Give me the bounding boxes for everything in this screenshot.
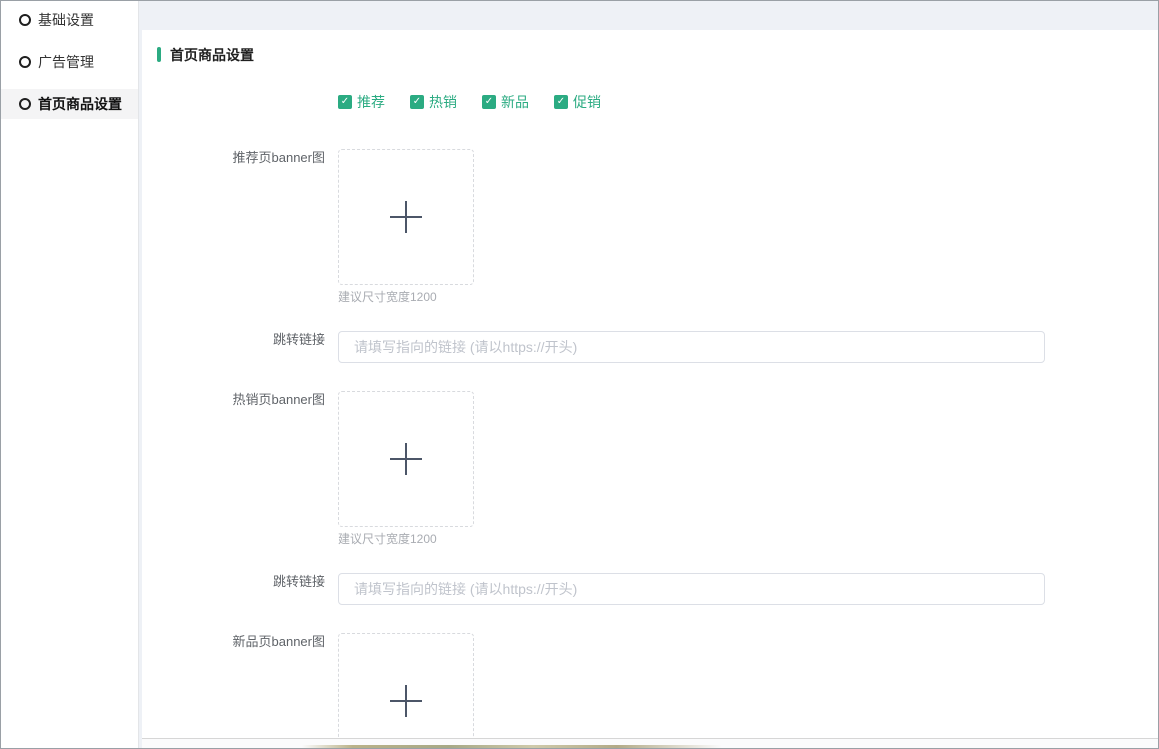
- check-icon: ✓: [554, 95, 568, 109]
- page-title: 首页商品设置: [170, 45, 254, 65]
- checkbox-label: 促销: [573, 92, 601, 112]
- settings-form: ✓ 推荐 ✓ 热销 ✓ 新品 ✓ 促销: [142, 92, 1158, 739]
- upload-hint: 建议尺寸宽度1200: [338, 533, 474, 545]
- field-label: 跳转链接: [142, 331, 338, 348]
- circle-icon: [19, 98, 31, 110]
- sidebar-item-label: 首页商品设置: [38, 94, 122, 114]
- category-row: ✓ 推荐 ✓ 热销 ✓ 新品 ✓ 促销: [142, 92, 1158, 112]
- sidebar-item-ad-management[interactable]: 广告管理: [1, 47, 138, 77]
- bottom-image-sliver: [302, 745, 722, 748]
- upload-box-hot-sale-banner[interactable]: [338, 391, 474, 527]
- hot-sale-banner-row: 热销页banner图 建议尺寸宽度1200: [142, 391, 1158, 545]
- page: 基础设置 广告管理 首页商品设置 首页商品设置 ✓: [0, 0, 1159, 749]
- field-label: 热销页banner图: [142, 391, 338, 408]
- checkbox-hot-sale[interactable]: ✓ 热销: [410, 92, 457, 112]
- sidebar-item-basic-settings[interactable]: 基础设置: [1, 5, 138, 35]
- link-input-recommend[interactable]: [338, 331, 1045, 363]
- settings-card: 首页商品设置 ✓ 推荐 ✓ 热销 ✓: [142, 30, 1158, 739]
- checkbox-new-product[interactable]: ✓ 新品: [482, 92, 529, 112]
- recommend-link-row: 跳转链接: [142, 331, 1158, 363]
- field-label: 推荐页banner图: [142, 149, 338, 166]
- checkbox-label: 新品: [501, 92, 529, 112]
- circle-icon: [19, 14, 31, 26]
- sidebar-item-label: 基础设置: [38, 10, 94, 30]
- plus-icon: [390, 443, 422, 475]
- plus-icon: [390, 685, 422, 717]
- sidebar-item-home-product-settings[interactable]: 首页商品设置: [1, 89, 138, 119]
- upload-column: 建议尺寸宽度1200: [338, 149, 474, 303]
- upload-column: [338, 633, 474, 739]
- category-checkbox-group: ✓ 推荐 ✓ 热销 ✓ 新品 ✓ 促销: [338, 92, 626, 112]
- check-icon: ✓: [338, 95, 352, 109]
- upload-hint: 建议尺寸宽度1200: [338, 291, 474, 303]
- hot-sale-link-row: 跳转链接: [142, 573, 1158, 605]
- check-icon: ✓: [482, 95, 496, 109]
- upload-column: 建议尺寸宽度1200: [338, 391, 474, 545]
- recommend-banner-row: 推荐页banner图 建议尺寸宽度1200: [142, 149, 1158, 303]
- spacer-label: [142, 92, 338, 93]
- circle-icon: [19, 56, 31, 68]
- upload-box-new-product-banner[interactable]: [338, 633, 474, 739]
- accent-bar: [157, 47, 161, 62]
- section-header: 首页商品设置: [157, 47, 1158, 62]
- checkbox-label: 热销: [429, 92, 457, 112]
- sidebar: 基础设置 广告管理 首页商品设置: [1, 1, 139, 748]
- content-area: 首页商品设置 ✓ 推荐 ✓ 热销 ✓: [140, 1, 1158, 748]
- field-label: 新品页banner图: [142, 633, 338, 650]
- checkbox-promotion[interactable]: ✓ 促销: [554, 92, 601, 112]
- upload-box-recommend-banner[interactable]: [338, 149, 474, 285]
- new-product-banner-row: 新品页banner图: [142, 633, 1158, 739]
- bottom-strip: [142, 739, 1158, 748]
- sidebar-item-label: 广告管理: [38, 52, 94, 72]
- field-label: 跳转链接: [142, 573, 338, 590]
- link-input-hot-sale[interactable]: [338, 573, 1045, 605]
- plus-icon: [390, 201, 422, 233]
- checkbox-recommend[interactable]: ✓ 推荐: [338, 92, 385, 112]
- checkbox-label: 推荐: [357, 92, 385, 112]
- check-icon: ✓: [410, 95, 424, 109]
